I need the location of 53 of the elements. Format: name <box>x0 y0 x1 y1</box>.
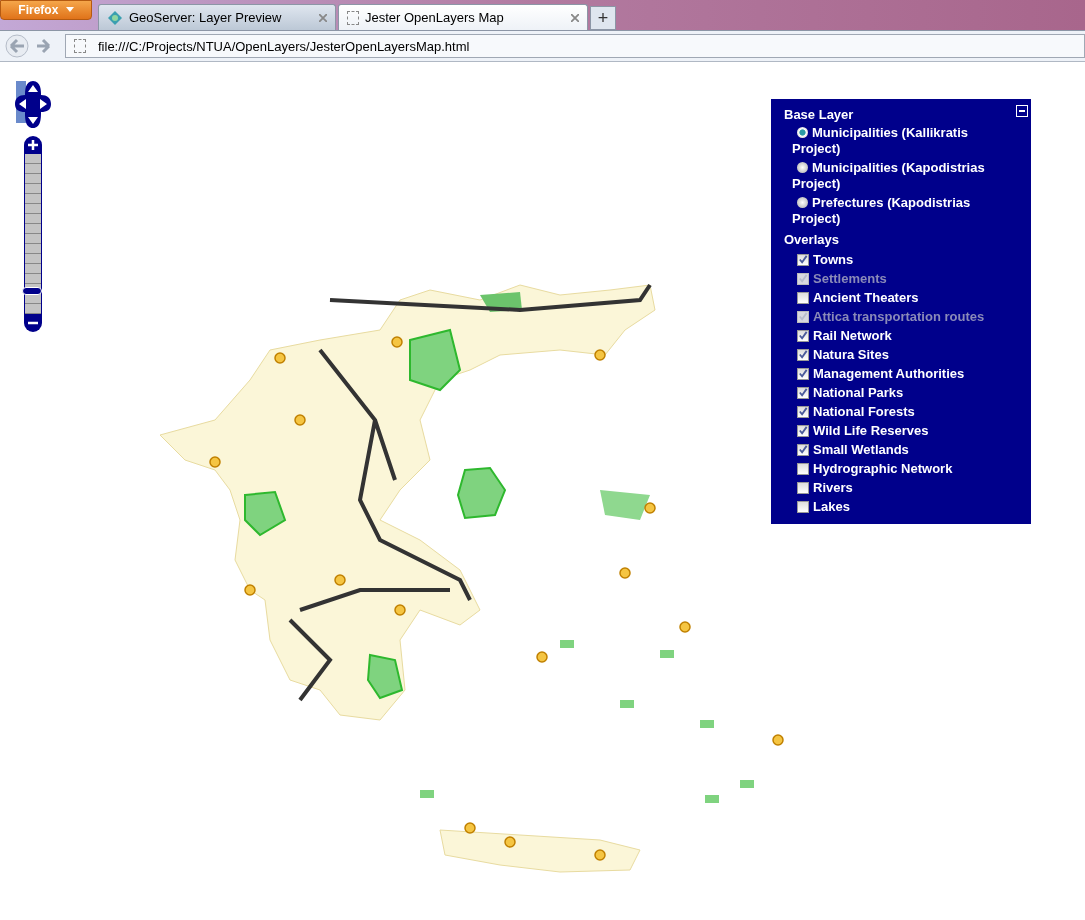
layer-label[interactable]: National Parks <box>813 385 904 400</box>
globe-icon <box>107 9 123 26</box>
checkbox[interactable] <box>797 443 809 456</box>
url-text: file:///C:/Projects/NTUA/OpenLayers/JesterOpenLayersMap.html <box>98 38 470 54</box>
zoom-out-button[interactable] <box>24 314 42 332</box>
checkbox[interactable] <box>797 462 809 475</box>
layer-label[interactable]: Wild Life Reserves <box>813 423 929 438</box>
checkbox[interactable] <box>797 348 809 361</box>
layer-label[interactable]: Rail Network <box>813 328 892 343</box>
section-heading: Overlays <box>784 231 840 249</box>
pan-control-icon[interactable] <box>13 78 53 130</box>
address-field[interactable]: file:///C:/Projects/NTUA/OpenLayers/JesterOpenLayersMap.html <box>65 34 1085 58</box>
checkbox[interactable] <box>797 405 809 418</box>
checkbox[interactable] <box>797 253 809 266</box>
blank-page-icon <box>347 10 359 25</box>
checkbox[interactable] <box>797 424 809 437</box>
radio-button[interactable] <box>797 197 808 208</box>
layer-label[interactable]: Natura Sites <box>813 347 889 362</box>
layer-label[interactable]: Rivers <box>813 480 853 495</box>
tab-title: GeoServer: Layer Preview <box>129 10 283 25</box>
zoom-slider-handle[interactable] <box>22 286 42 295</box>
tab-title: Jester OpenLayers Map <box>365 10 505 25</box>
plus-icon <box>28 140 38 150</box>
radio-button[interactable] <box>797 162 808 173</box>
layer-label[interactable]: Hydrographic Network <box>813 461 953 476</box>
checkbox[interactable] <box>797 367 809 380</box>
layer-label[interactable]: Small Wetlands <box>813 442 909 457</box>
new-tab-button[interactable]: + <box>590 6 616 30</box>
layer-label[interactable]: National Forests <box>813 404 915 419</box>
checkbox[interactable] <box>797 481 809 494</box>
checkbox[interactable] <box>797 329 809 342</box>
section-heading: Base Layer <box>784 106 855 124</box>
layer-label[interactable]: Municipalities (Kapodistrias Project) <box>792 160 994 192</box>
caret-icon <box>65 7 74 12</box>
layer-label[interactable]: Management Authorities <box>813 366 965 381</box>
radio-button[interactable] <box>797 127 808 138</box>
close-icon[interactable] <box>319 13 327 22</box>
browser-tab[interactable]: GeoServer: Layer Preview <box>98 4 336 30</box>
checkbox[interactable] <box>797 500 809 513</box>
layer-label[interactable]: Prefectures (Kapodistrias Project) <box>792 195 994 227</box>
layer-label[interactable]: Municipalities (Kallikratis Project) <box>792 125 994 157</box>
browser-tab[interactable]: Jester OpenLayers Map <box>338 4 588 30</box>
close-icon[interactable] <box>571 13 579 22</box>
zoom-slider[interactable] <box>24 154 42 314</box>
layer-label[interactable]: Towns <box>813 252 854 267</box>
blank-page-icon <box>74 39 86 53</box>
zoom-in-button[interactable] <box>24 136 42 154</box>
checkbox[interactable] <box>797 386 809 399</box>
layer-label[interactable]: Ancient Theaters <box>813 290 919 305</box>
minus-icon <box>28 321 38 325</box>
checkbox[interactable] <box>797 291 809 304</box>
layer-label[interactable]: Lakes <box>813 499 850 514</box>
minimize-icon[interactable] <box>1016 105 1028 117</box>
